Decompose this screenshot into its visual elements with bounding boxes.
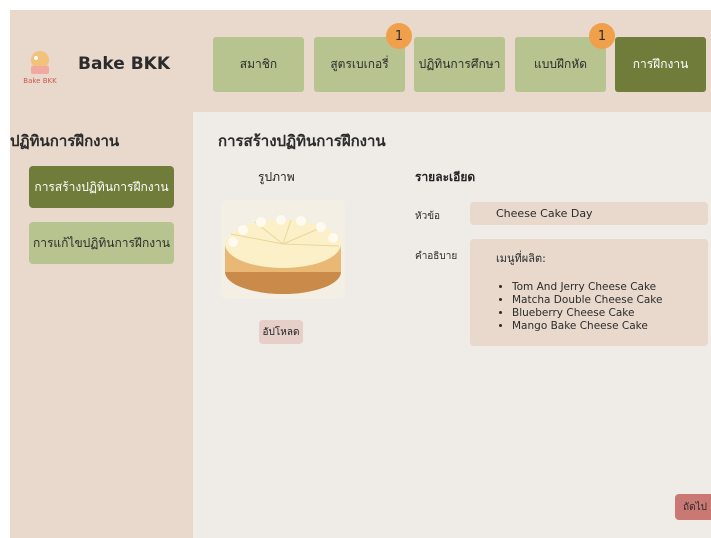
description-label: คำอธิบาย [415,251,458,262]
app-frame: Bake BKK Bake BKK สมาชิก สูตรเบเกอรี่ 1 … [10,10,711,538]
menu-list: Tom And Jerry Cheese Cake Matcha Double … [496,281,708,333]
tab-exercises[interactable]: แบบฝึกหัด 1 [515,23,615,92]
page-title: การสร้างปฏิทินการฝึกงาน [218,132,386,150]
sidebar-item-label: การสร้างปฏิทินการฝึกงาน [34,179,169,194]
tab-label: สมาชิก [239,57,278,71]
tab-internship[interactable]: การฝึกงาน [615,37,706,92]
tab-label: สูตรเบเกอรี่ [330,57,389,71]
list-item: Matcha Double Cheese Cake [512,294,708,307]
next-button[interactable]: ถัดไป [675,494,711,520]
main-panel: การสร้างปฏิทินการฝึกงาน รูปภาพ รายละเอีย… [193,112,711,538]
tab-label: ปฏิทินการศึกษา [418,57,501,71]
tab-members[interactable]: สมาชิก [213,37,304,92]
upload-button[interactable]: อัปโหลด [259,320,303,344]
details-heading: รายละเอียด [415,170,476,184]
sidebar-title: ปฏิทินการฝึกงาน [10,132,120,150]
tab-label: การฝึกงาน [632,57,689,71]
tab-bakery-recipes[interactable]: สูตรเบเกอรี่ 1 [314,23,412,92]
description-intro: เมนูที่ผลิต: [496,252,546,265]
cheesecake-image [221,200,345,299]
upload-label: อัปโหลด [262,326,300,338]
tab-label: แบบฝึกหัด [534,57,587,71]
topic-field[interactable]: Cheese Cake Day [470,202,708,225]
sidebar: ปฏิทินการฝึกงาน การสร้างปฏิทินการฝึกงาน … [10,112,193,538]
header: Bake BKK Bake BKK สมาชิก สูตรเบเกอรี่ 1 … [10,10,711,112]
logo-text: Bake BKK [23,77,57,85]
list-item: Blueberry Cheese Cake [512,307,708,320]
description-field[interactable]: เมนูที่ผลิต: Tom And Jerry Cheese Cake M… [470,239,708,346]
list-item: Mango Bake Cheese Cake [512,320,708,333]
sidebar-item-create-calendar[interactable]: การสร้างปฏิทินการฝึกงาน [29,166,174,208]
notification-badge: 1 [386,23,412,49]
topic-label: หัวข้อ [415,211,441,222]
next-label: ถัดไป [683,501,707,513]
tab-academic-calendar[interactable]: ปฏิทินการศึกษา [414,37,505,92]
topic-value: Cheese Cake Day [496,207,593,220]
image-heading: รูปภาพ [258,170,295,184]
sidebar-item-label: การแก้ไขปฏิทินการฝึกงาน [32,235,171,250]
list-item: Tom And Jerry Cheese Cake [512,281,708,294]
brand-name: Bake BKK [78,54,171,74]
sidebar-item-edit-calendar[interactable]: การแก้ไขปฏิทินการฝึกงาน [29,222,174,264]
notification-badge: 1 [589,23,615,49]
bakery-logo-icon[interactable]: Bake BKK [20,46,60,86]
